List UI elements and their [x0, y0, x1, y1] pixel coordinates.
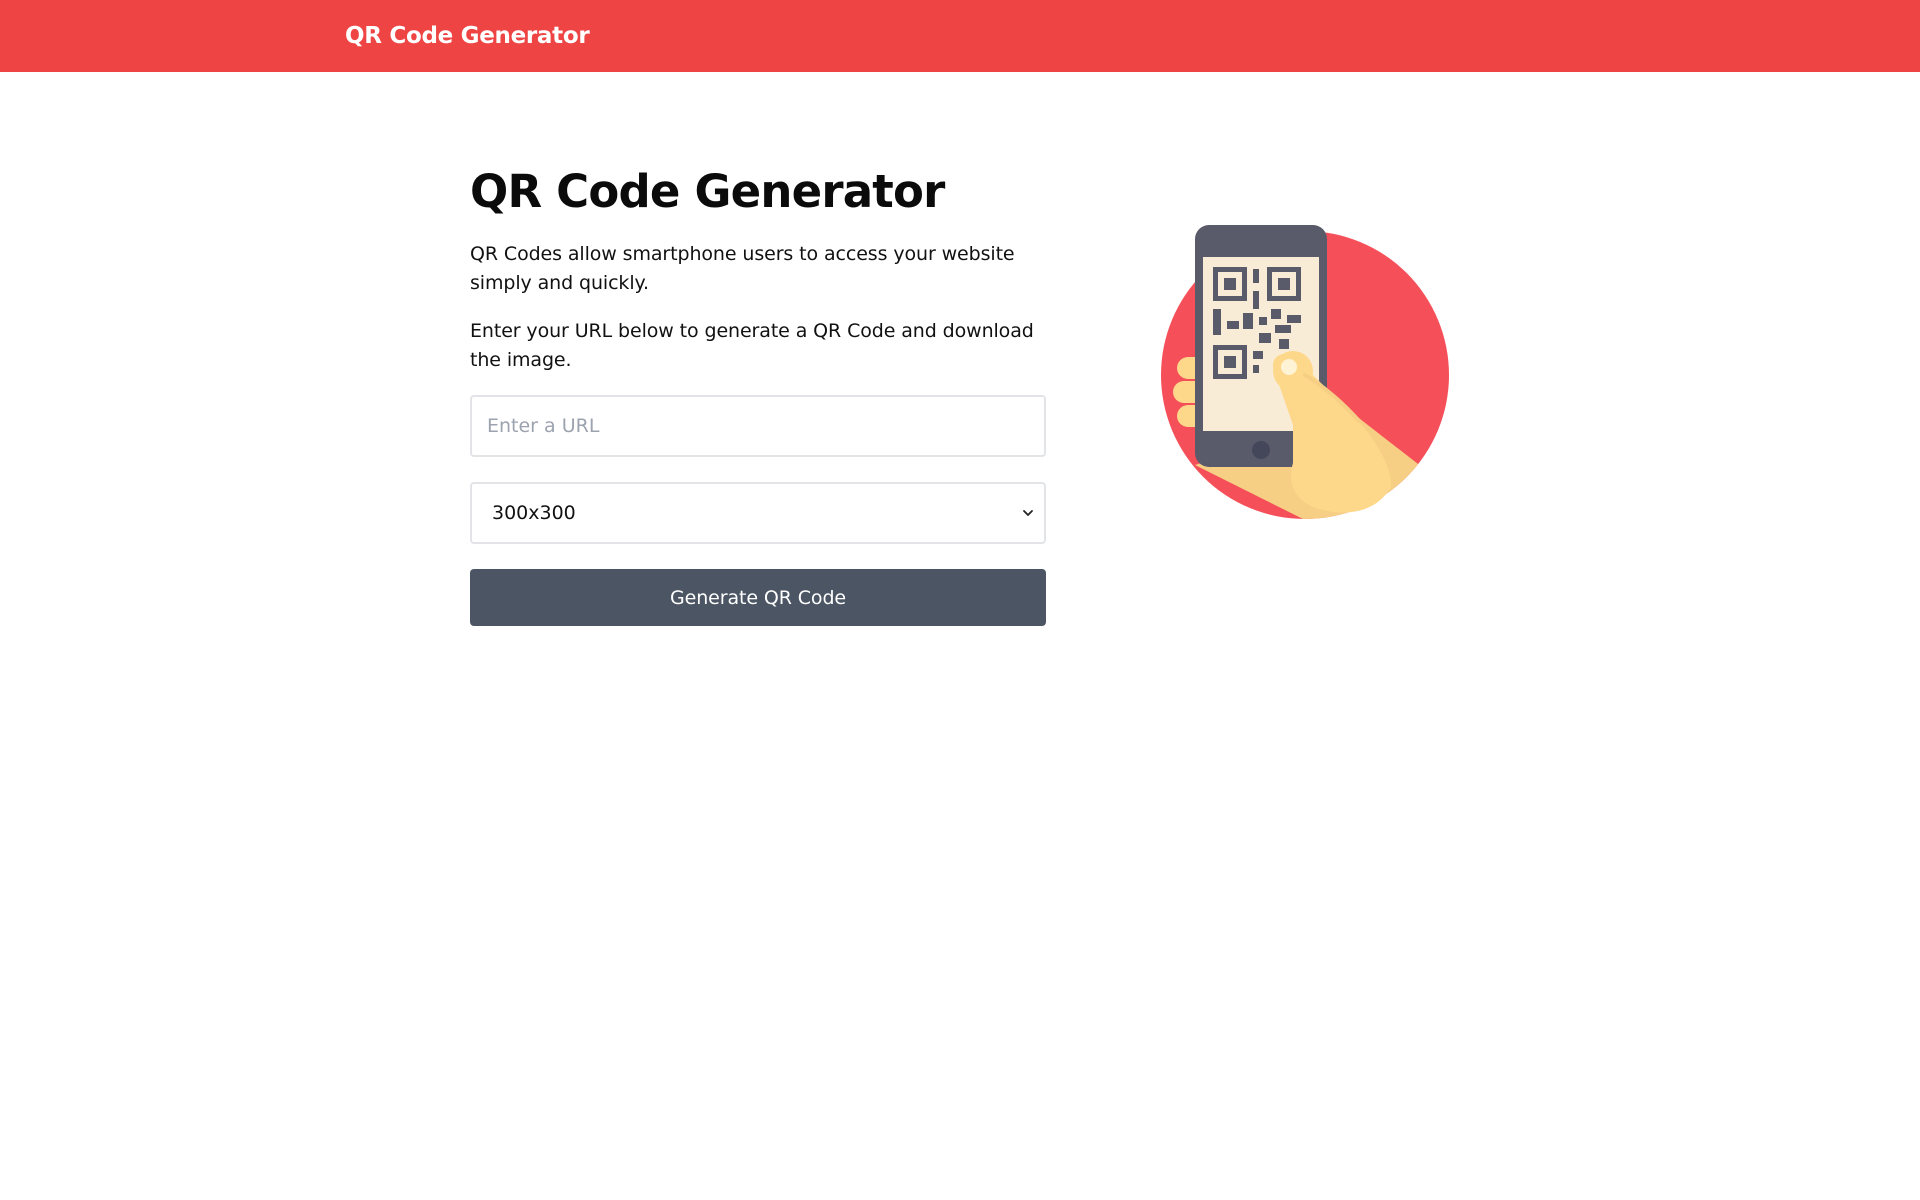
page-title: QR Code Generator — [470, 165, 945, 218]
chevron-down-icon — [1023, 510, 1033, 516]
top-bar: QR Code Generator — [0, 0, 1920, 72]
brand-title[interactable]: QR Code Generator — [345, 0, 590, 72]
generate-qr-button[interactable]: Generate QR Code — [470, 569, 1046, 626]
phone-qr-scan-icon — [1161, 225, 1449, 519]
url-input[interactable] — [470, 395, 1046, 457]
intro-text: QR Codes allow smartphone users to acces… — [470, 243, 1015, 294]
qr-generator-form: QR Code Generator QR Codes allow smartph… — [470, 160, 1046, 626]
instructions-text: Enter your URL below to generate a QR Co… — [470, 320, 1034, 371]
size-select[interactable]: 300x300 — [470, 482, 1046, 544]
size-select-value: 300x300 — [492, 502, 576, 524]
